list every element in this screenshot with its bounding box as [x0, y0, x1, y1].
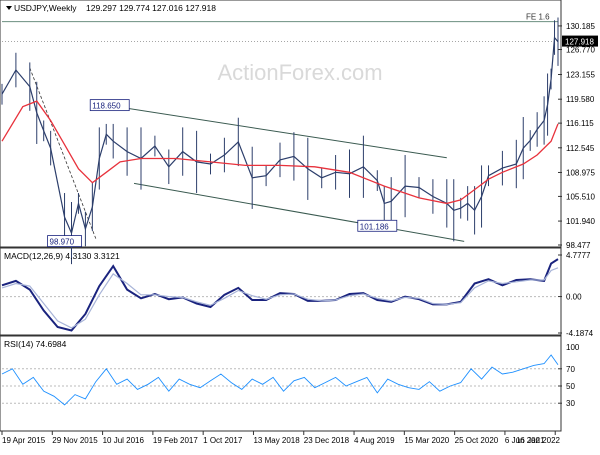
annotation-label: 98.970: [50, 238, 75, 247]
ohlc-text: 129.297 129.774 127.016 127.918: [86, 3, 216, 13]
price-tick-label: 105.510: [566, 192, 595, 201]
price-panel: [0, 0, 562, 248]
price-tick-label: 116.115: [566, 119, 594, 128]
price-tick-label: 101.940: [566, 217, 595, 226]
annotation-label: 101.186: [360, 222, 389, 231]
macd-tick-label: -4.1874: [566, 329, 594, 338]
chart-svg: ActionForex.com FE 1.6 118.650 98.970 101.…: [0, 0, 598, 445]
price-tick-label: 112.545: [566, 144, 595, 153]
rsi-tick-label: 70: [566, 365, 575, 374]
watermark: ActionForex.com: [217, 60, 382, 85]
chart-window: ActionForex.com FE 1.6 118.650 98.970 101.…: [0, 0, 600, 450]
x-tick-label: 19 Apr 2015: [2, 436, 46, 445]
rsi-tick-label: 50: [566, 382, 575, 391]
rsi-panel: [0, 335, 562, 432]
x-tick-label: 29 Nov 2015: [52, 436, 98, 445]
x-tick-label: 10 Jul 2016: [103, 436, 145, 445]
price-tick-label: 98.477: [566, 241, 591, 250]
macd-tick-label: 0.00: [566, 293, 582, 302]
x-tick-label: 16 Jan 2022: [516, 436, 561, 445]
rsi-tick-label: 30: [566, 399, 575, 408]
price-tick-label: 119.580: [566, 95, 595, 104]
price-tick-label: 108.975: [566, 168, 595, 177]
macd-tick-label: 4.7777: [566, 251, 591, 260]
price-title: USDJPY,Weekly: [14, 3, 77, 13]
x-tick-label: 15 Mar 2020: [404, 436, 449, 445]
last-price-label: 127.918: [565, 38, 594, 47]
price-title-group: USDJPY,Weekly 129.297 129.774 127.016 12…: [6, 3, 216, 13]
rsi-title: RSI(14) 74.6984: [4, 339, 67, 349]
fe-label: FE 1.6: [526, 13, 550, 22]
x-tick-label: 23 Dec 2018: [304, 436, 350, 445]
annotation-label: 118.650: [92, 102, 121, 111]
price-tick-label: 126.770: [566, 46, 595, 55]
x-tick-label: 13 May 2018: [253, 436, 300, 445]
x-tick-label: 25 Oct 2020: [455, 436, 499, 445]
rsi-top-tick-label: 100: [566, 343, 580, 352]
macd-panel: [0, 247, 562, 336]
price-tick-label: 123.155: [566, 70, 595, 79]
price-tick-label: 130.185: [566, 22, 595, 31]
x-tick-label: 19 Feb 2017: [153, 436, 198, 445]
x-tick-label: 4 Aug 2019: [354, 436, 395, 445]
x-tick-label: 1 Oct 2017: [203, 436, 243, 445]
macd-title: MACD(12,26,9) 4.3130 3.3121: [4, 251, 120, 261]
